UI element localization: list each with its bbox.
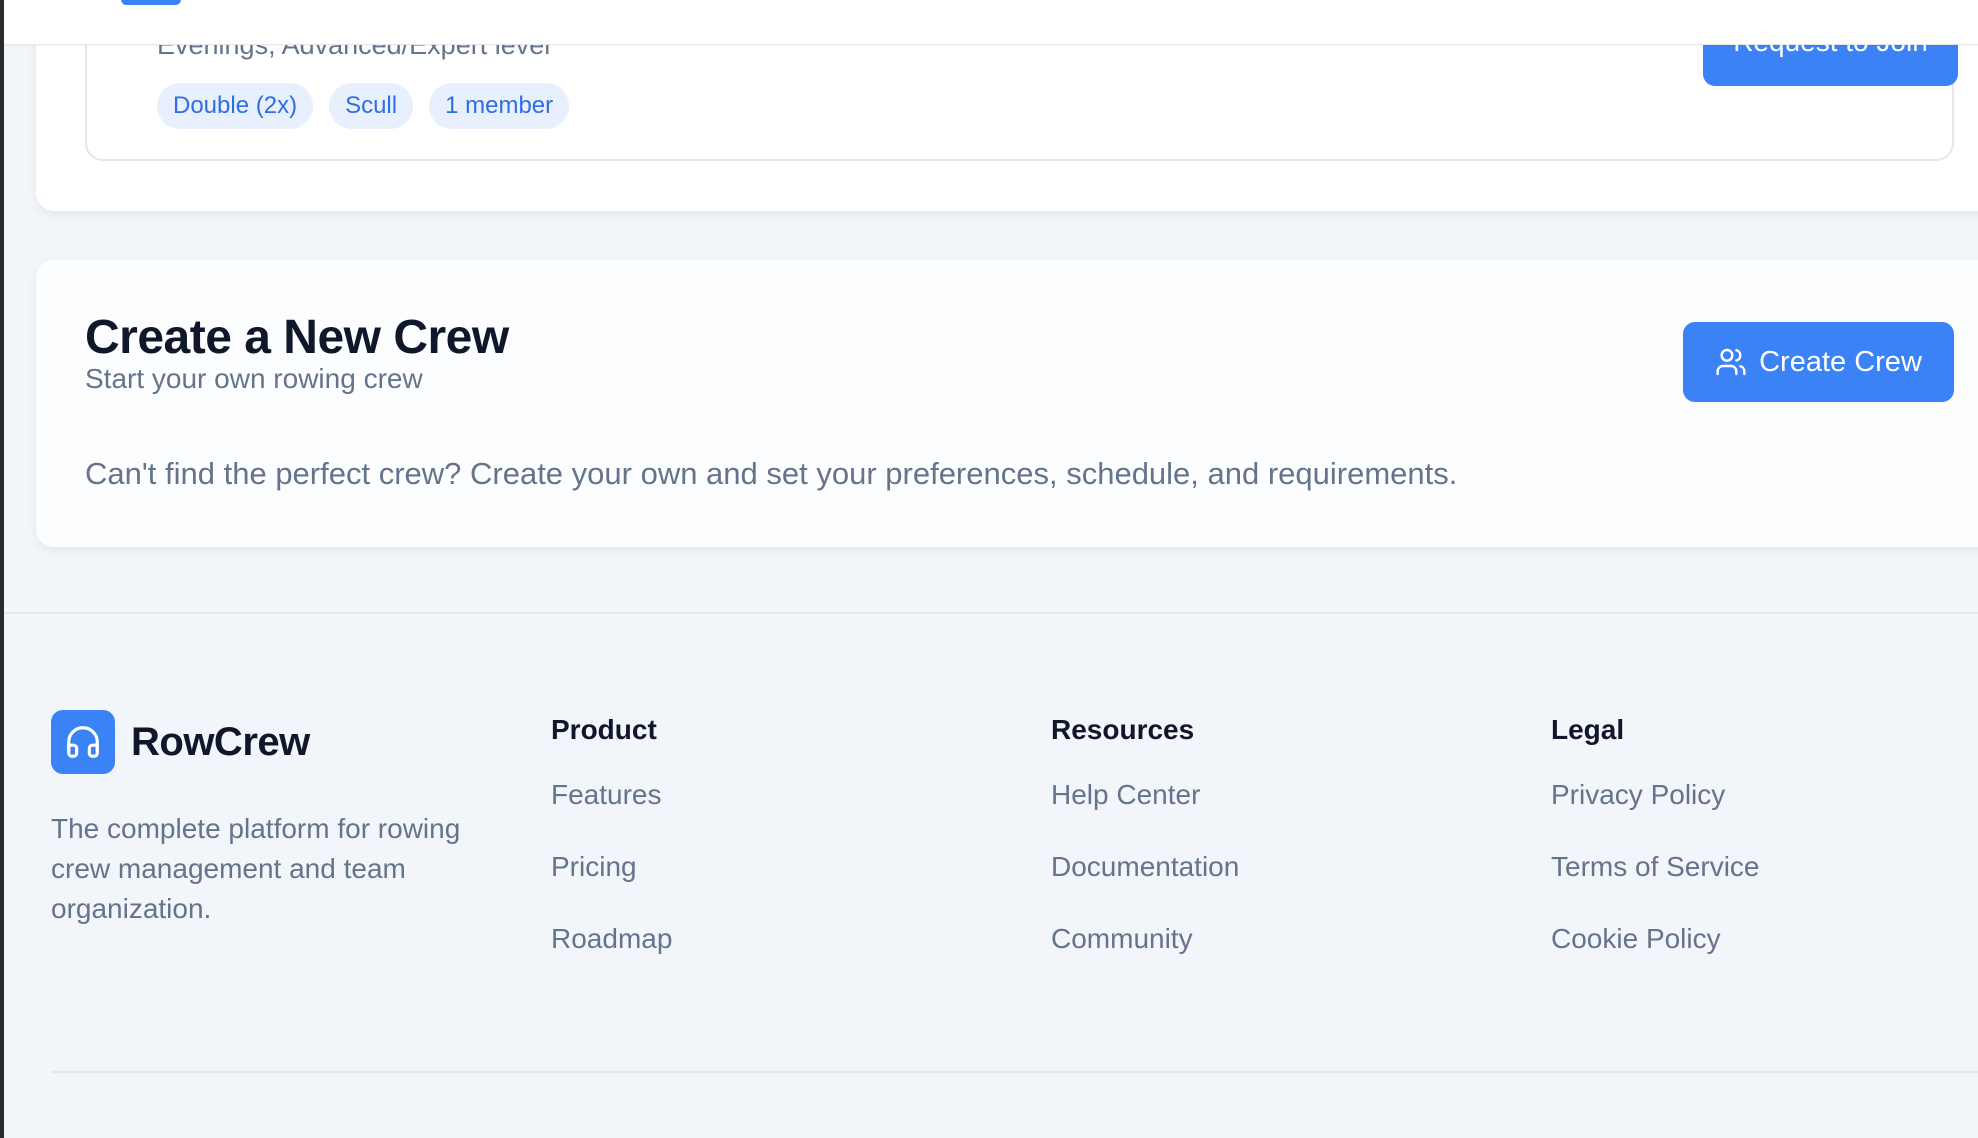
footer-link-roadmap[interactable]: Roadmap (551, 922, 672, 956)
create-crew-title: Create a New Crew (85, 311, 509, 364)
brand-description: The complete platform for rowing crew ma… (51, 813, 461, 924)
footer-divider (51, 1071, 1978, 1073)
users-icon (1716, 348, 1746, 376)
footer-column-title: Resources (1051, 714, 1195, 745)
create-crew-subtitle: Start your own rowing crew (85, 363, 423, 394)
tag-style: Scull (329, 83, 414, 129)
footer-column-title: Legal (1551, 714, 1625, 745)
footer-brand[interactable]: RowCrew (51, 710, 310, 774)
footer-link-privacy-policy[interactable]: Privacy Policy (1551, 778, 1760, 812)
footer-link-terms-of-service[interactable]: Terms of Service (1551, 850, 1760, 884)
create-crew-button[interactable]: Create Crew (1683, 322, 1954, 402)
crew-tags: Double (2x) Scull 1 member (157, 83, 570, 129)
tag-boat-type: Double (2x) (157, 83, 314, 129)
footer-column-title: Product (551, 714, 657, 745)
footer-column-resources: Resources Help Center Documentation Comm… (1051, 714, 1239, 994)
tag-member-count: 1 member (429, 83, 570, 129)
footer-link-documentation[interactable]: Documentation (1051, 850, 1239, 884)
footer-column-legal: Legal Privacy Policy Terms of Service Co… (1551, 714, 1760, 994)
footer-link-pricing[interactable]: Pricing (551, 850, 672, 884)
top-navigation-bar (4, 0, 1978, 45)
create-crew-button-label: Create Crew (1759, 345, 1922, 378)
footer-column-product: Product Features Pricing Roadmap (551, 714, 672, 994)
headphones-icon (67, 726, 99, 758)
footer-link-cookie-policy[interactable]: Cookie Policy (1551, 922, 1760, 956)
site-footer: RowCrew The complete platform for rowing… (4, 612, 1978, 1138)
brand-name: RowCrew (131, 719, 310, 764)
create-crew-description: Can't find the perfect crew? Create your… (85, 456, 1458, 491)
footer-link-features[interactable]: Features (551, 778, 672, 812)
create-crew-card: Create a New Crew Start your own rowing … (36, 260, 1978, 547)
nav-logo[interactable] (121, 0, 181, 5)
brand-logo (51, 710, 115, 774)
footer-link-community[interactable]: Community (1051, 922, 1239, 956)
footer-link-help-center[interactable]: Help Center (1051, 778, 1239, 812)
